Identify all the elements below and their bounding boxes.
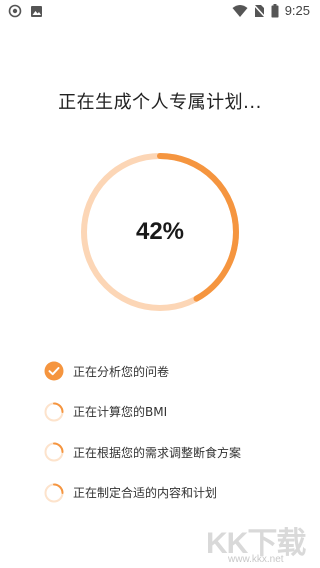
no-sim-icon	[253, 3, 265, 18]
progress-ring: 42%	[80, 152, 240, 312]
step-label: 正在分析您的问卷	[73, 364, 170, 379]
check-circle-icon	[44, 361, 64, 381]
watermark-url: www.kkx.net	[228, 554, 284, 565]
status-time: 9:25	[284, 3, 310, 18]
step-item: 正在根据您的需求调整断食方案	[44, 441, 304, 463]
record-icon	[8, 4, 22, 18]
status-left	[8, 4, 43, 18]
step-list: 正在分析您的问卷 正在计算您的BMI 正在根据您的需求调整断食方案 正在制定合适…	[44, 360, 304, 522]
loading-spinner-icon	[44, 483, 64, 502]
status-bar: 9:25	[0, 0, 320, 24]
battery-icon	[271, 3, 279, 17]
loading-spinner-icon	[44, 442, 64, 462]
step-label: 正在根据您的需求调整断食方案	[73, 445, 242, 460]
watermark: KK下载 www.kkx.net	[200, 518, 320, 568]
progress-percent: 42%	[135, 218, 185, 245]
image-icon	[31, 5, 42, 17]
step-item: 正在计算您的BMI	[44, 401, 304, 423]
page-title: 正在生成个人专属计划...	[58, 92, 262, 113]
step-label: 正在计算您的BMI	[73, 405, 168, 419]
status-right: 9:25	[232, 3, 310, 18]
wifi-icon	[232, 4, 248, 17]
step-label: 正在制定合适的内容和计划	[73, 486, 218, 500]
step-item: 正在分析您的问卷	[44, 360, 304, 382]
loading-spinner-icon	[44, 402, 64, 421]
step-item: 正在制定合适的内容和计划	[44, 482, 304, 504]
